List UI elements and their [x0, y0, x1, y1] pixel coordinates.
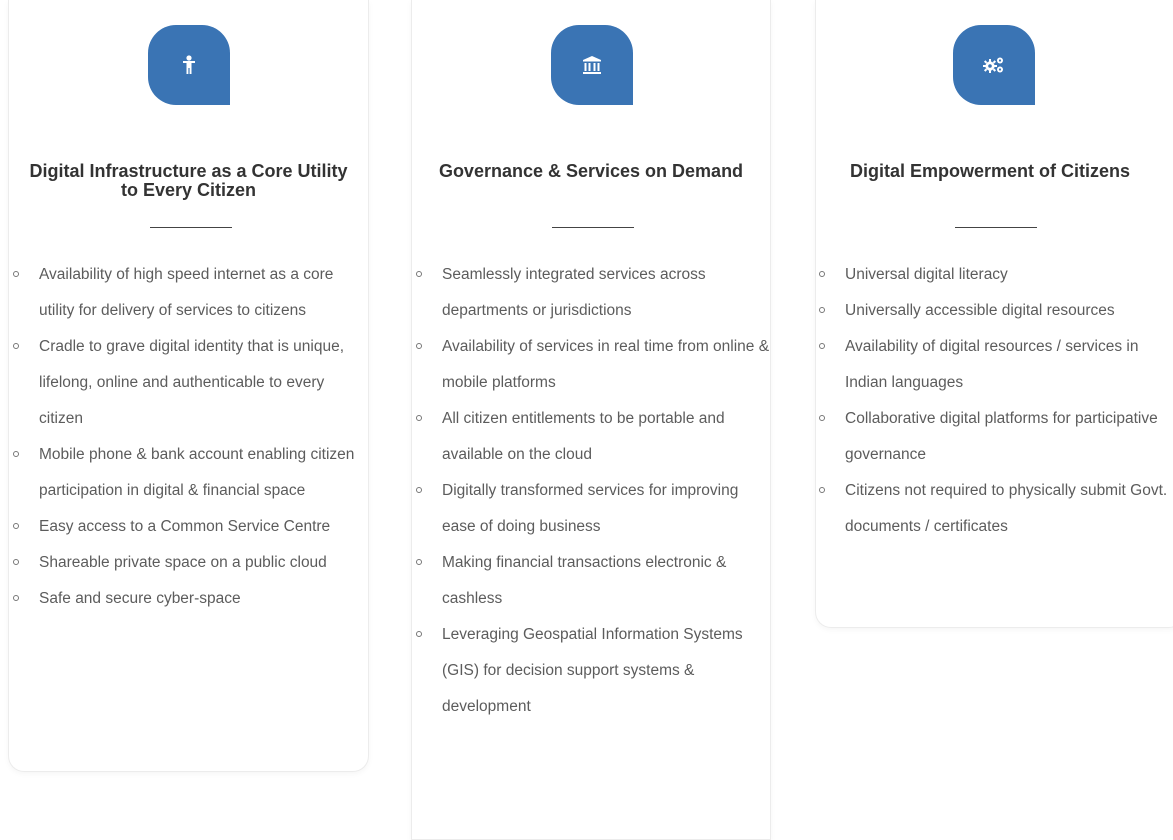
list-item: Universal digital literacy — [817, 257, 1173, 293]
list-item: All citizen entitlements to be portable … — [414, 401, 772, 473]
title-divider — [955, 227, 1037, 228]
feature-list: Seamlessly integrated services across de… — [414, 257, 772, 725]
list-item: Digitally transformed services for impro… — [414, 473, 772, 545]
vision-card-governance: Governance & Services on Demand Seamless… — [411, 0, 771, 840]
list-item: Easy access to a Common Service Centre — [11, 509, 367, 545]
vision-card-infrastructure: Digital Infrastructure as a Core Utility… — [8, 0, 369, 772]
circle-bullet-icon — [416, 631, 422, 637]
circle-bullet-icon — [819, 271, 825, 277]
circle-bullet-icon — [416, 559, 422, 565]
circle-bullet-icon — [13, 523, 19, 529]
circle-bullet-icon — [13, 451, 19, 457]
icon-box — [551, 25, 633, 105]
icon-box — [148, 25, 230, 105]
list-item: Seamlessly integrated services across de… — [414, 257, 772, 329]
circle-bullet-icon — [416, 271, 422, 277]
list-item: Availability of services in real time fr… — [414, 329, 772, 401]
circle-bullet-icon — [819, 487, 825, 493]
vision-card-empowerment: Digital Empowerment of Citizens Universa… — [815, 0, 1173, 628]
bank-building-icon — [583, 56, 601, 74]
list-item: Leveraging Geospatial Information System… — [414, 617, 772, 725]
list-item: Safe and secure cyber-space — [11, 581, 367, 617]
list-item: Citizens not required to physically subm… — [817, 473, 1173, 545]
circle-bullet-icon — [416, 343, 422, 349]
card-title: Digital Infrastructure as a Core Utility… — [29, 161, 348, 200]
list-item: Universally accessible digital resources — [817, 293, 1173, 329]
circle-bullet-icon — [819, 415, 825, 421]
feature-list: Universal digital literacy Universally a… — [817, 257, 1173, 545]
circle-bullet-icon — [819, 307, 825, 313]
icon-box — [953, 25, 1035, 105]
title-divider — [150, 227, 232, 228]
circle-bullet-icon — [13, 559, 19, 565]
gears-icon — [983, 57, 1003, 73]
list-item: Shareable private space on a public clou… — [11, 545, 367, 581]
list-item: Making financial transactions electronic… — [414, 545, 772, 617]
circle-bullet-icon — [13, 343, 19, 349]
circle-bullet-icon — [13, 595, 19, 601]
circle-bullet-icon — [13, 271, 19, 277]
title-divider — [552, 227, 634, 228]
list-item: Cradle to grave digital identity that is… — [11, 329, 367, 437]
list-item: Availability of digital resources / serv… — [817, 329, 1173, 401]
list-item: Availability of high speed internet as a… — [11, 257, 367, 329]
list-item: Collaborative digital platforms for part… — [817, 401, 1173, 473]
card-title: Governance & Services on Demand — [438, 161, 744, 181]
circle-bullet-icon — [416, 487, 422, 493]
list-item: Mobile phone & bank account enabling cit… — [11, 437, 367, 509]
circle-bullet-icon — [416, 415, 422, 421]
feature-list: Availability of high speed internet as a… — [11, 257, 367, 617]
person-icon — [183, 55, 195, 74]
circle-bullet-icon — [819, 343, 825, 349]
card-title: Digital Empowerment of Citizens — [849, 161, 1131, 181]
